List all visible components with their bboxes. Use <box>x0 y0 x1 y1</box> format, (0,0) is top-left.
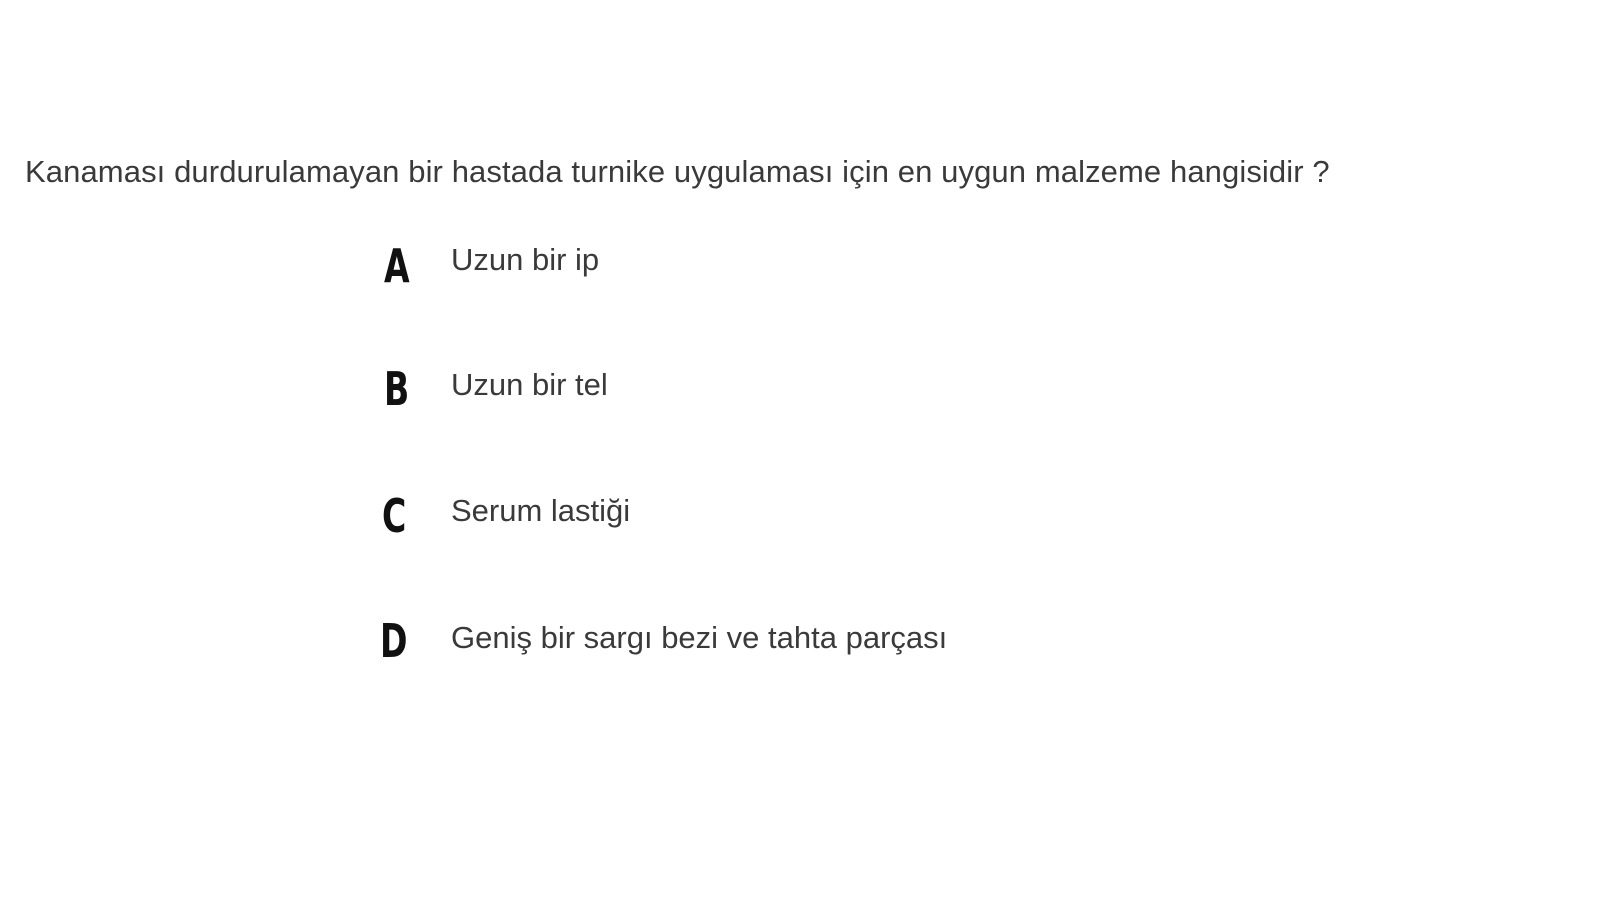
question-text: Kanaması durdurulamayan bir hastada turn… <box>25 154 1330 189</box>
option-a-text[interactable]: Uzun bir ip <box>451 242 599 278</box>
option-c-letter[interactable]: C <box>382 493 406 539</box>
option-c-text[interactable]: Serum lastiği <box>451 493 630 529</box>
option-a-letter[interactable]: A <box>384 243 410 289</box>
option-d-letter[interactable]: D <box>380 618 407 664</box>
option-b-text[interactable]: Uzun bir tel <box>451 367 608 403</box>
option-b-letter[interactable]: B <box>384 366 409 412</box>
option-d-text[interactable]: Geniş bir sargı bezi ve tahta parçası <box>451 620 947 656</box>
